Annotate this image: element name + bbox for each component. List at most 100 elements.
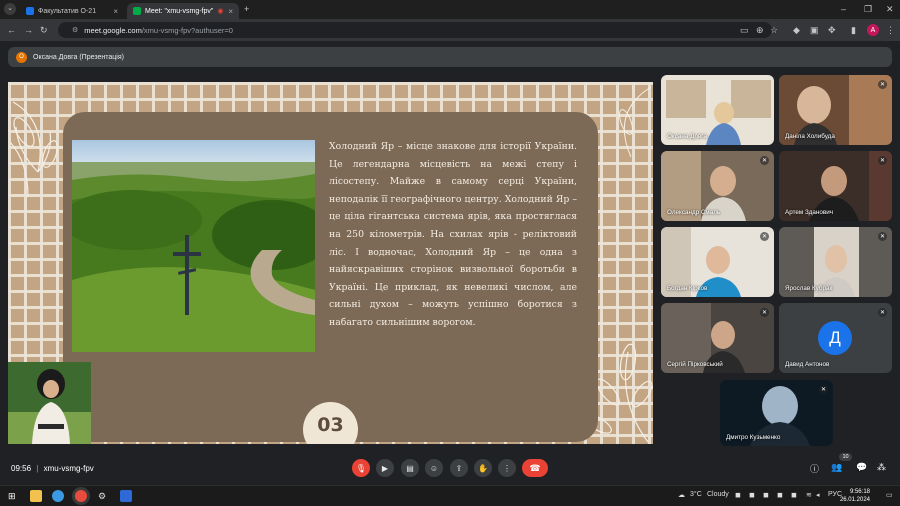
participant-count-badge: 10 [839, 453, 852, 461]
site-info-icon[interactable]: ⚙ [72, 26, 78, 34]
extension-icon[interactable]: ◆ [793, 24, 800, 36]
present-icon: ⇪ [455, 463, 463, 473]
notifications-icon[interactable]: ▭ [886, 491, 893, 499]
start-windows-icon[interactable]: ⊞ [8, 490, 20, 502]
tab-fakultatyv[interactable]: Факультатив О-21 × [20, 3, 124, 19]
system-clock[interactable]: 9:56:18 26.01.2024 [840, 488, 870, 504]
weather-temp: 3°C [690, 491, 702, 498]
participant-tile[interactable]: ✕ Ярослав Кубрак [779, 227, 892, 297]
file-explorer-icon[interactable] [30, 490, 42, 502]
participant-tile[interactable]: ✕ Даніла Холибуда [779, 75, 892, 145]
participant-tile[interactable]: ✕ Олександр Смаль [661, 151, 774, 221]
wifi-icon[interactable]: ≋ [806, 491, 812, 499]
participant-tile[interactable]: ✕ Артем Зданович [779, 151, 892, 221]
muted-mic-icon: ✕ [819, 385, 828, 394]
tray-app-icon[interactable]: ◼ [777, 491, 783, 499]
participant-tile[interactable]: ✕ Сергій Пірковський [661, 303, 774, 373]
clock-time: 9:56:18 [849, 489, 870, 495]
raise-hand-button[interactable]: ✋ [474, 459, 492, 477]
presenter-bar: О Оксана Довга (Презентація) [8, 47, 892, 67]
address-bar[interactable]: ⚙ meet.google.com/xmu-vsmg-fpv?authuser=… [58, 22, 772, 38]
close-tab-icon[interactable]: × [113, 7, 118, 16]
participant-name: Богдан Кірков [667, 285, 708, 292]
weather-cloud-icon[interactable]: ☁ [678, 491, 685, 499]
profile-avatar[interactable]: A [867, 24, 879, 36]
participant-tile[interactable]: ✕ Богдан Кірков [661, 227, 774, 297]
url-path: /xmu-vsmg-fpv?authuser=0 [141, 25, 233, 35]
self-view-video[interactable] [8, 362, 91, 444]
close-tab-icon[interactable]: × [228, 7, 233, 16]
volume-icon[interactable]: ◂ [816, 491, 820, 499]
tray-app-icon[interactable]: ◼ [735, 491, 741, 499]
microphone-off-button[interactable]: 🎙 [352, 459, 370, 477]
muted-mic-icon: ✕ [878, 80, 887, 89]
forward-icon[interactable]: → [24, 24, 33, 36]
meet-control-bar: 09:56 | xmu-vsmg-fpv 🎙 ▶ ▤ ☺ ⇪ ✋ ⋮ ☎ ⓘ 1… [0, 453, 900, 485]
meeting-info-separator: | [36, 464, 39, 473]
presenter-avatar: О [16, 51, 27, 63]
edge-browser-icon[interactable] [52, 490, 64, 502]
camera-button[interactable]: ▶ [376, 459, 394, 477]
participant-name: Ярослав Кубрак [785, 285, 833, 292]
muted-mic-icon: ✕ [760, 308, 769, 317]
captions-button[interactable]: ▤ [401, 459, 419, 477]
participant-tile[interactable]: ✕ Дмитро Кузьменко [720, 380, 833, 446]
leaf-decoration-icon [619, 86, 652, 158]
participant-tile[interactable]: Д ✕ Давид Антонов [779, 303, 892, 373]
url-host: meet.google.com [84, 25, 142, 35]
zoom-icon[interactable]: ⊕ [756, 24, 764, 36]
participant-name: Даніла Холибуда [785, 133, 835, 140]
present-screen-button[interactable]: ⇪ [450, 459, 468, 477]
restore-icon[interactable]: ❐ [864, 3, 872, 15]
participant-name: Артем Зданович [785, 209, 834, 216]
weather-text: Cloudy [707, 491, 729, 498]
presenter-label: Оксана Довга (Презентація) [33, 53, 124, 61]
activities-icon[interactable]: ⁂ [877, 462, 886, 473]
participant-name: Сергій Пірковський [667, 361, 723, 368]
windows-taskbar: ⊞ ⚙ ☁ 3°C Cloudy ◼ ◼ ◼ ◼ ◼ ≋ ◂ РУС 9:56:… [0, 485, 900, 506]
bookmark-star-icon[interactable]: ☆ [770, 24, 778, 36]
browser-menu-icon[interactable]: ⋮ [886, 24, 895, 36]
chat-icon[interactable]: 💬 [856, 462, 867, 473]
hand-icon: ✋ [478, 463, 488, 473]
tab-search-icon[interactable]: ⌄ [4, 3, 16, 15]
meeting-info: 09:56 | xmu-vsmg-fpv [11, 464, 94, 473]
minimize-icon[interactable]: – [841, 3, 846, 15]
muted-mic-icon: ✕ [760, 156, 769, 165]
tray-app-icon[interactable]: ◼ [763, 491, 769, 499]
slide-body-text: Холодний Яр – місце знакове для історії … [329, 141, 577, 328]
people-icon: 👥 [831, 462, 843, 472]
meeting-code: xmu-vsmg-fpv [43, 464, 94, 473]
classroom-favicon-icon [26, 7, 34, 15]
presentation-slide: Холодний Яр – місце знакове для історії … [8, 82, 653, 444]
tab-label: Meet: "xmu-vsmg-fpv" [145, 7, 214, 15]
leave-call-button[interactable]: ☎ [522, 459, 548, 477]
new-tab-icon[interactable]: + [244, 3, 249, 15]
participant-tile[interactable]: Оксана Довга [661, 75, 774, 145]
extension-icon[interactable]: ▣ [810, 24, 819, 36]
zoom-app-icon[interactable] [120, 490, 132, 502]
people-button[interactable]: 10 👥 [826, 453, 856, 485]
close-window-icon[interactable]: ✕ [886, 3, 894, 15]
back-icon[interactable]: ← [7, 24, 16, 36]
meeting-details-icon[interactable]: ⓘ [810, 462, 819, 475]
muted-mic-icon: ✕ [878, 156, 887, 165]
participant-name: Давид Антонов [785, 361, 830, 368]
tab-meet[interactable]: Meet: "xmu-vsmg-fpv" ◉ × [127, 3, 239, 19]
muted-mic-icon: ✕ [878, 308, 887, 317]
extensions-puzzle-icon[interactable]: ✥ [828, 24, 836, 36]
emoji-reactions-button[interactable]: ☺ [425, 459, 443, 477]
camera-in-use-icon[interactable]: ▭ [740, 24, 749, 36]
side-panel-icon[interactable]: ▮ [851, 24, 856, 36]
settings-gear-icon[interactable]: ⚙ [98, 490, 110, 502]
more-vert-icon: ⋮ [503, 463, 511, 473]
chrome-browser-icon[interactable] [75, 490, 87, 502]
tray-app-icon[interactable]: ◼ [749, 491, 755, 499]
meet-favicon-icon [133, 7, 141, 15]
muted-mic-icon: ✕ [878, 232, 887, 241]
browser-toolbar: ← → ↻ ⚙ meet.google.com/xmu-vsmg-fpv?aut… [0, 19, 900, 41]
tab-label: Факультатив О-21 [38, 7, 97, 15]
reload-icon[interactable]: ↻ [40, 24, 48, 36]
tray-app-icon[interactable]: ◼ [791, 491, 797, 499]
more-options-button[interactable]: ⋮ [498, 459, 516, 477]
